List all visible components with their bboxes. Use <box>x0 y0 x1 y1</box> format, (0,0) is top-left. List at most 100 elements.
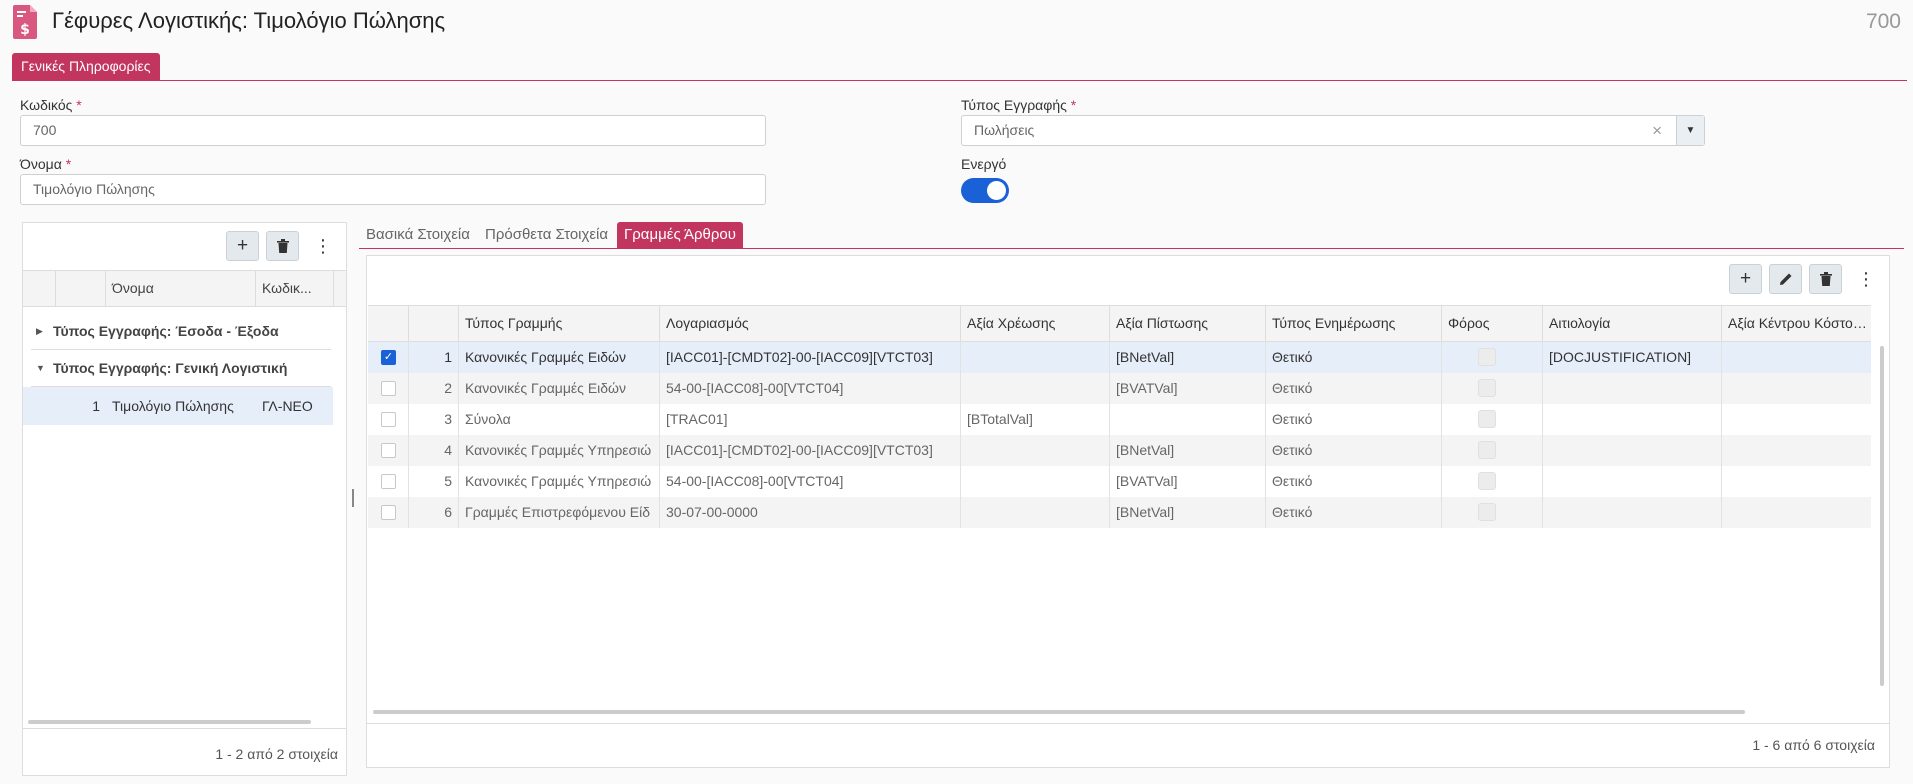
bridges-list-panel: + ⋮ Όνομα Κωδικ... ▶ Τύπος Εγγραφής: Έσο… <box>22 222 347 776</box>
cell-update-type: Θετικό <box>1272 473 1313 489</box>
cell-separator <box>960 466 961 497</box>
table-row[interactable]: 4 Κανονικές Γραμμές Υπηρεσιώ [IACC01]-[CMD… <box>368 435 1871 466</box>
vertical-scrollbar[interactable] <box>1880 346 1884 686</box>
cell-account: [TRAC01] <box>666 411 728 427</box>
row-checkbox[interactable]: ✓ <box>381 350 396 365</box>
cell-justification: [DOCJUSTIFICATION] <box>1549 349 1692 365</box>
group-row-income-expense[interactable]: ▶ Τύπος Εγγραφής: Έσοδα - Έξοδα <box>23 313 346 350</box>
cell-separator <box>1721 497 1722 528</box>
expand-arrow-icon[interactable]: ▶ <box>36 313 43 350</box>
collapse-arrow-icon[interactable]: ▼ <box>36 350 45 387</box>
entry-type-label: Τύπος Εγγραφής * <box>961 97 1076 113</box>
more-options-icon[interactable]: ⋮ <box>1856 264 1876 294</box>
code-field[interactable]: 700 <box>20 115 766 146</box>
required-marker: * <box>1070 97 1077 113</box>
add-button[interactable]: + <box>226 231 259 261</box>
cell-separator <box>1542 373 1543 404</box>
svg-text:$: $ <box>20 22 30 38</box>
horizontal-scrollbar[interactable] <box>28 720 311 724</box>
cell-separator <box>1109 404 1110 435</box>
column-header-account[interactable]: Λογαριασμός <box>660 306 960 341</box>
cell-credit: [BVATVal] <box>1116 473 1178 489</box>
entry-type-value: Πωλήσεις <box>974 122 1035 138</box>
add-line-button[interactable]: + <box>1729 264 1762 294</box>
row-checkbox[interactable] <box>381 474 396 489</box>
column-separator <box>333 271 334 306</box>
group-label: Τύπος Εγγραφής: Γενική Λογιστική <box>53 360 288 376</box>
column-separator <box>55 271 56 306</box>
cell-update-type: Θετικό <box>1272 504 1313 520</box>
delete-button[interactable] <box>266 231 299 261</box>
cell-account: [IACC01]-[CMDT02]-00-[IACC09][VTCT03] <box>666 442 933 458</box>
entry-type-select[interactable]: Πωλήσεις × ▼ <box>961 115 1705 146</box>
tax-checkbox[interactable] <box>1478 379 1496 397</box>
pencil-icon <box>1779 273 1791 285</box>
column-header-code[interactable]: Κωδικ... <box>256 271 316 306</box>
row-checkbox[interactable] <box>381 412 396 427</box>
horizontal-scrollbar[interactable] <box>373 710 1745 714</box>
column-header-debit[interactable]: Αξία Χρέωσης <box>961 306 1109 341</box>
tax-checkbox[interactable] <box>1478 441 1496 459</box>
tax-checkbox[interactable] <box>1478 472 1496 490</box>
tab-basic-info[interactable]: Βασικά Στοιχεία <box>366 222 470 248</box>
row-checkbox[interactable] <box>381 381 396 396</box>
column-header-justification[interactable]: Αιτιολογία <box>1543 306 1721 341</box>
tax-checkbox[interactable] <box>1478 410 1496 428</box>
table-row[interactable]: 6 Γραμμές Επιστρεφόμενου Είδ 30-07-00-0000… <box>368 497 1871 528</box>
column-header-name[interactable]: Όνομα <box>106 271 228 306</box>
column-header-update-type[interactable]: Τύπος Ενημέρωσης <box>1266 306 1441 341</box>
cell-num: 6 <box>444 504 452 520</box>
tab-article-lines[interactable]: Γραμμές Άρθρου <box>617 222 743 248</box>
clear-icon[interactable]: × <box>1652 116 1662 145</box>
table-row[interactable]: 3 Σύνολα [TRAC01] [BTotalVal] Θετικό <box>368 404 1871 435</box>
cell-separator <box>1542 435 1543 466</box>
table-row[interactable]: 2 Κανονικές Γραμμές Ειδών 54-00-[IACC08]-0… <box>368 373 1871 404</box>
active-toggle[interactable] <box>961 178 1009 203</box>
cell-separator <box>960 373 961 404</box>
cell-separator <box>1721 342 1722 373</box>
table-row[interactable]: ✓ 1 Κανονικές Γραμμές Ειδών [IACC01]-[CMDT0… <box>368 342 1871 373</box>
group-row-general-ledger[interactable]: ▼ Τύπος Εγγραφής: Γενική Λογιστική <box>23 350 346 387</box>
tab-general-info[interactable]: Γενικές Πληροφορίες <box>12 53 160 80</box>
cell-update-type: Θετικό <box>1272 411 1313 427</box>
page-header: $ Γέφυρες Λογιστικής: Τιμολόγιο Πώλησης … <box>0 0 1913 46</box>
column-header-line-type[interactable]: Τύπος Γραμμής <box>459 306 659 341</box>
cell-separator <box>1441 466 1442 497</box>
cell-credit: [BVATVal] <box>1116 380 1178 396</box>
footer-divider <box>23 728 346 729</box>
list-grid-header: Όνομα Κωδικ... <box>23 270 346 307</box>
column-header-credit[interactable]: Αξία Πίστωσης <box>1110 306 1265 341</box>
row-checkbox[interactable] <box>381 505 396 520</box>
dropdown-arrow-icon[interactable]: ▼ <box>1676 116 1704 145</box>
pager-info: 1 - 6 από 6 στοιχεία <box>1752 737 1875 753</box>
tab-additional-info[interactable]: Πρόσθετα Στοιχεία <box>485 222 608 248</box>
table-row[interactable]: 5 Κανονικές Γραμμές Υπηρεσιώ 54-00-[IACC08… <box>368 466 1871 497</box>
cell-num: 3 <box>444 411 452 427</box>
name-field[interactable]: Τιμολόγιο Πώλησης <box>20 174 766 205</box>
row-checkbox[interactable] <box>381 443 396 458</box>
cell-line-type: Κανονικές Γραμμές Ειδών <box>465 380 626 396</box>
delete-line-button[interactable] <box>1809 264 1842 294</box>
cell-separator <box>1441 404 1442 435</box>
page-title: Γέφυρες Λογιστικής: Τιμολόγιο Πώλησης <box>52 8 446 33</box>
cell-credit: [BNetVal] <box>1116 504 1175 520</box>
cell-separator <box>1441 342 1442 373</box>
column-header-cost-center[interactable]: Αξία Κέντρου Κόστου... <box>1722 306 1872 341</box>
cell-account: 54-00-[IACC08]-00[VTCT04] <box>666 380 844 396</box>
detail-tab-underline <box>359 248 1904 249</box>
cell-account: 30-07-00-0000 <box>666 504 758 520</box>
row-code: ΓΛ-ΝΕΟ <box>262 398 313 414</box>
group-label: Τύπος Εγγραφής: Έσοδα - Έξοδα <box>53 323 279 339</box>
tax-checkbox[interactable] <box>1478 348 1496 366</box>
tax-checkbox[interactable] <box>1478 503 1496 521</box>
splitter-handle[interactable] <box>352 489 354 507</box>
list-row[interactable]: 1 Τιμολόγιο Πώλησης ΓΛ-ΝΕΟ <box>23 387 333 425</box>
cell-separator <box>1721 435 1722 466</box>
cell-separator <box>1542 466 1543 497</box>
more-options-icon[interactable]: ⋮ <box>313 231 333 261</box>
cell-update-type: Θετικό <box>1272 442 1313 458</box>
cell-debit: [BTotalVal] <box>967 411 1033 427</box>
column-header-tax[interactable]: Φόρος <box>1442 306 1542 341</box>
cell-separator <box>960 435 961 466</box>
edit-line-button[interactable] <box>1769 264 1802 294</box>
